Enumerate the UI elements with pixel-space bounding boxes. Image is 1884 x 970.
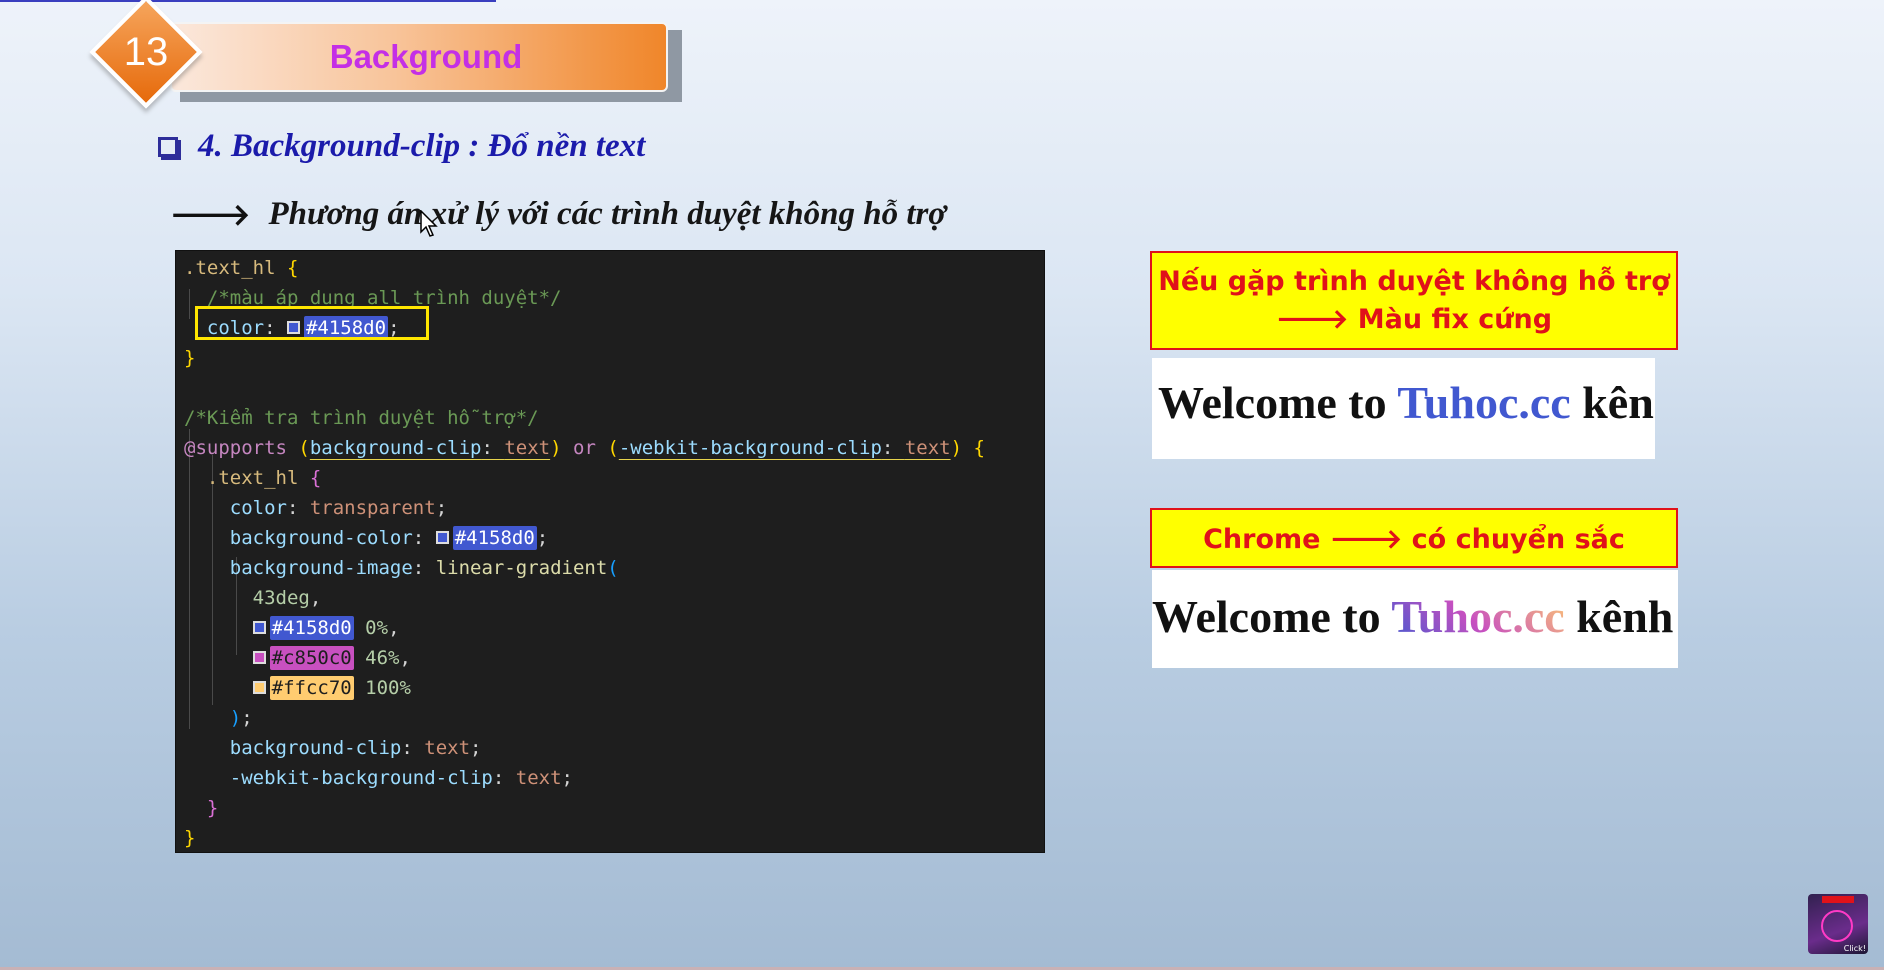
fallback-note-line1: Nếu gặp trình duyệt không hỗ trợ	[1158, 265, 1670, 297]
color-swatch[interactable]	[252, 680, 266, 694]
demo-text-fixed: Welcome to Tuhoc.cc kên	[1158, 377, 1654, 428]
code-line-7: @supports (background-clip: text) or (-w…	[184, 437, 985, 459]
badge-label: Click!	[1843, 944, 1866, 953]
code-line-9: color: transparent;	[229, 497, 448, 519]
channel-badge[interactable]: Click!	[1808, 894, 1868, 954]
demo-text-gradient: Welcome to Tuhoc.cc kênh	[1152, 591, 1674, 642]
fallback-note-line2: 🡒 Màu fix cứng	[1275, 303, 1553, 335]
color-swatch[interactable]	[252, 620, 266, 634]
sub-heading: 🡒 Phương án xử lý với các trình duyệt kh…	[170, 196, 946, 233]
slide-title: Background	[329, 38, 523, 75]
demo-fixed-color: Welcome to Tuhoc.cc kên	[1152, 358, 1655, 459]
code-line-6: /*Kiểm tra trình duyệt hỗ trợ*/	[184, 407, 539, 429]
code-line-13: #4158d0 0%,	[184, 613, 400, 643]
color-swatch[interactable]	[435, 530, 449, 544]
code-line-17: background-clip: text;	[229, 737, 482, 759]
checkbox-bullet-icon	[158, 136, 178, 157]
code-line-18: -webkit-background-clip: text;	[229, 767, 573, 789]
mouse-cursor-icon	[420, 210, 438, 237]
code-line-4: }	[184, 347, 196, 369]
subscribe-ribbon	[1822, 896, 1854, 903]
code-line-1: .text_hl {	[184, 257, 299, 279]
chrome-note: Chrome 🡒 có chuyển sắc	[1150, 508, 1678, 568]
sub-heading-text: Phương án xử lý với các trình duyệt khôn…	[268, 196, 947, 232]
code-line-12: 43deg,	[252, 587, 322, 609]
code-line-19: }	[206, 797, 219, 819]
fallback-note: Nếu gặp trình duyệt không hỗ trợ 🡒 Màu f…	[1150, 251, 1678, 350]
code-line-16: );	[229, 707, 253, 729]
code-line-15: #ffcc70 100%	[184, 673, 411, 703]
code-line-20: }	[184, 827, 196, 849]
code-line-14: #c850c0 46%,	[184, 643, 411, 673]
demo-gradient: Welcome to Tuhoc.cc kênh	[1152, 570, 1678, 668]
slide-number: 13	[123, 29, 169, 74]
color-swatch[interactable]	[252, 650, 266, 664]
code-editor-panel: .text_hl { /*màu áp dụng all trình duyệt…	[175, 250, 1045, 853]
highlight-box	[195, 306, 429, 340]
code-line-10: background-color: #4158d0;	[229, 526, 549, 550]
section-heading-text: 4. Background-clip : Đổ nền text	[198, 128, 646, 164]
section-heading: 4. Background-clip : Đổ nền text	[158, 128, 645, 165]
arrow-right-icon: 🡒	[170, 197, 251, 233]
title-banner: Background	[170, 22, 668, 92]
code-line-8: .text_hl {	[206, 467, 322, 489]
top-accent-line	[0, 0, 496, 2]
code-line-11: background-image: linear-gradient(	[229, 557, 619, 579]
avatar-icon	[1821, 910, 1853, 942]
